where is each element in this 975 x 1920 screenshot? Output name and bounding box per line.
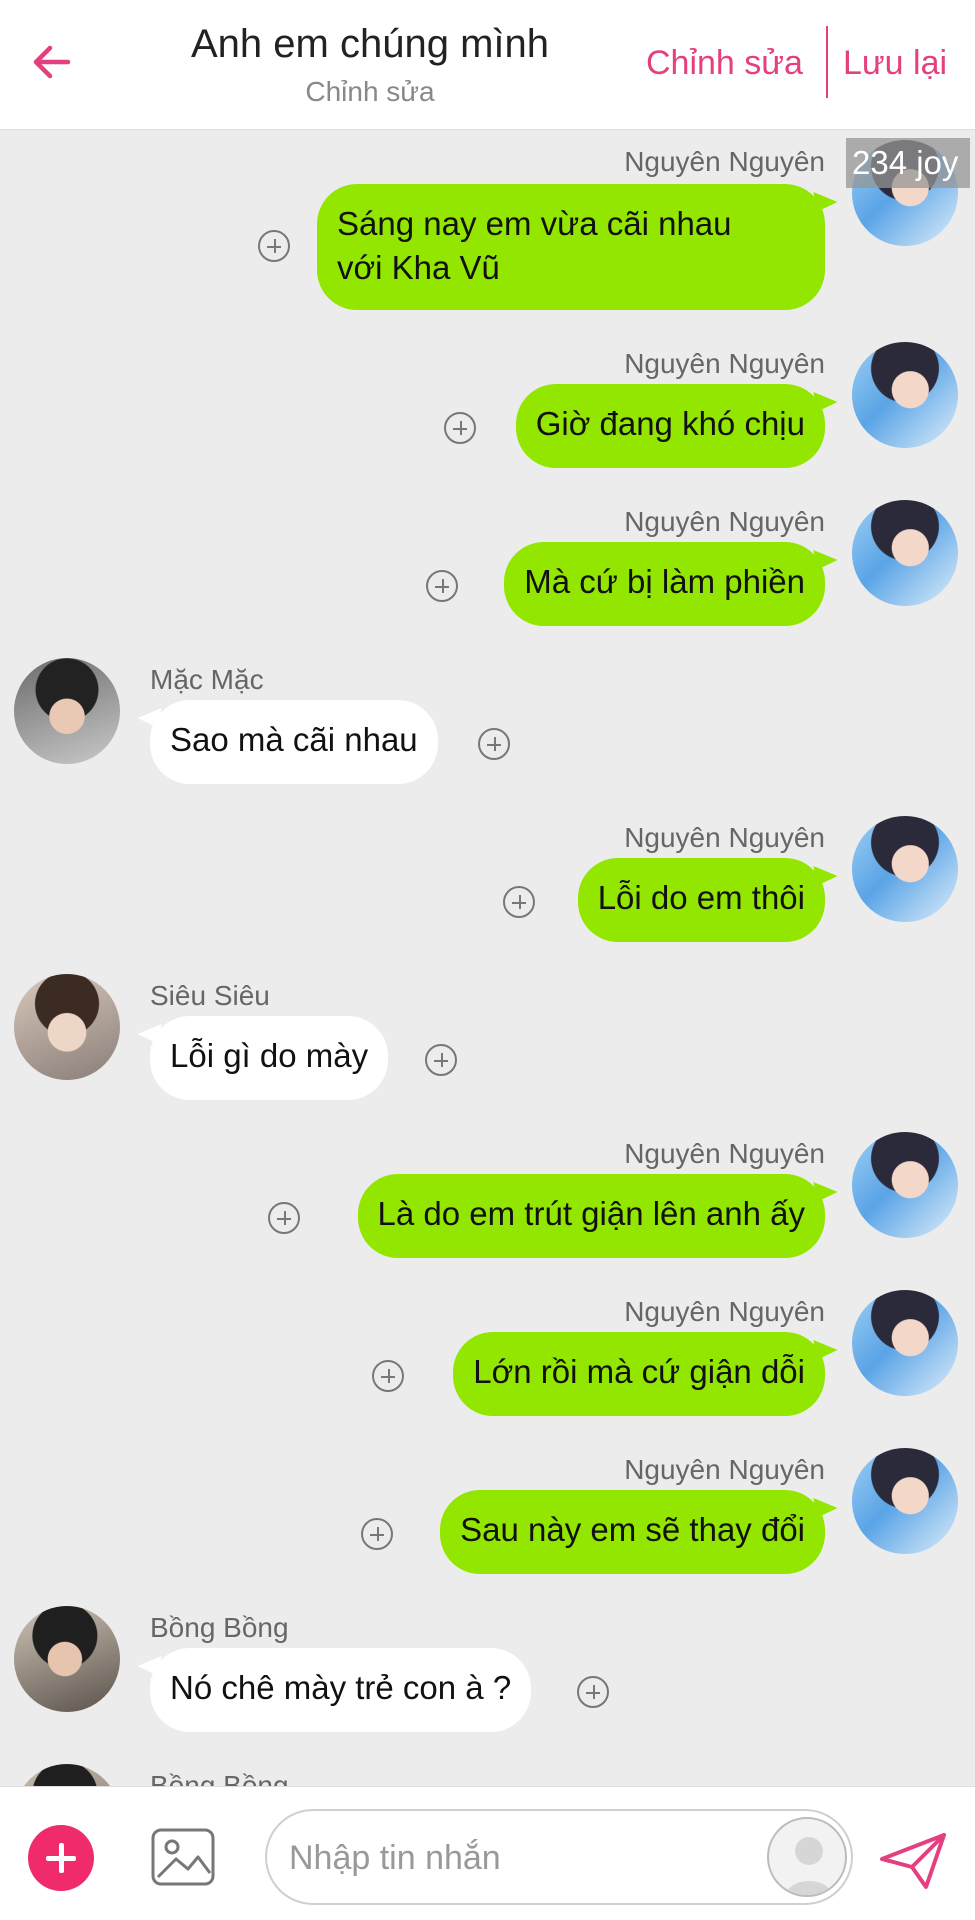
avatar[interactable] xyxy=(852,1290,958,1396)
add-reaction-icon[interactable] xyxy=(258,230,290,262)
avatar[interactable] xyxy=(852,1132,958,1238)
back-arrow-icon[interactable] xyxy=(28,38,76,86)
message-bubble-incoming[interactable]: Lỗi gì do mày xyxy=(150,1016,389,1100)
sender-name: Nguyên Nguyên xyxy=(624,348,825,379)
message-input[interactable] xyxy=(289,1835,709,1881)
header-divider xyxy=(826,26,828,98)
user-silhouette-icon xyxy=(785,1837,833,1895)
avatar[interactable] xyxy=(14,658,120,764)
add-reaction-icon[interactable] xyxy=(444,412,476,444)
avatar[interactable] xyxy=(14,974,120,1080)
save-button[interactable]: Lưu lại xyxy=(843,44,947,83)
avatar[interactable] xyxy=(852,816,958,922)
sender-name: Nguyên Nguyên xyxy=(624,1454,825,1485)
sender-name: Siêu Siêu xyxy=(150,980,270,1011)
message-bubble-outgoing[interactable]: Lớn rồi mà cứ giận dỗi xyxy=(453,1332,825,1416)
sender-name: Nguyên Nguyên xyxy=(624,146,825,177)
avatar[interactable] xyxy=(852,342,958,448)
avatar[interactable] xyxy=(852,1448,958,1554)
add-reaction-icon[interactable] xyxy=(372,1360,404,1392)
add-attachment-button[interactable] xyxy=(28,1825,94,1891)
sender-name: Nguyên Nguyên xyxy=(624,506,825,537)
sender-name: Nguyên Nguyên xyxy=(624,822,825,853)
message-bubble-outgoing[interactable]: Mà cứ bị làm phiền xyxy=(504,542,825,626)
sender-avatar-picker[interactable] xyxy=(767,1817,847,1897)
message-line: Sáng nay em vừa cãi nhau xyxy=(337,205,732,242)
avatar[interactable] xyxy=(852,500,958,606)
message-bubble-outgoing[interactable]: Sau này em sẽ thay đổi xyxy=(440,1490,825,1574)
joy-badge: 234 joy xyxy=(846,138,970,188)
send-icon[interactable] xyxy=(878,1831,948,1891)
message-bubble-outgoing[interactable]: Là do em trút giận lên anh ấy xyxy=(357,1174,825,1258)
edit-button[interactable]: Chỉnh sửa xyxy=(646,44,803,83)
sender-name: Nguyên Nguyên xyxy=(624,1296,825,1327)
chat-subtitle: Chỉnh sửa xyxy=(305,76,435,107)
add-reaction-icon[interactable] xyxy=(478,728,510,760)
message-input-wrapper xyxy=(265,1809,853,1905)
add-reaction-icon[interactable] xyxy=(361,1518,393,1550)
composer-bar xyxy=(0,1786,975,1920)
chat-header: Anh em chúng mình Chỉnh sửa Chỉnh sửa Lư… xyxy=(0,0,975,130)
message-bubble-incoming[interactable]: Sao mà cãi nhau xyxy=(150,700,438,784)
add-reaction-icon[interactable] xyxy=(503,886,535,918)
message-bubble-outgoing[interactable]: Lỗi do em thôi xyxy=(577,858,825,942)
message-bubble-incoming[interactable]: Nó chê mày trẻ con à ? xyxy=(150,1648,532,1732)
add-reaction-icon[interactable] xyxy=(577,1676,609,1708)
message-bubble-outgoing[interactable]: Sáng nay em vừa cãi nhau với Kha Vũ xyxy=(317,184,825,310)
chat-title: Anh em chúng mình xyxy=(191,22,549,66)
add-reaction-icon[interactable] xyxy=(268,1202,300,1234)
avatar[interactable] xyxy=(14,1606,120,1712)
add-reaction-icon[interactable] xyxy=(426,570,458,602)
sender-name: Nguyên Nguyên xyxy=(624,1138,825,1169)
image-icon[interactable] xyxy=(150,1827,216,1887)
sender-name: Mặc Mặc xyxy=(150,664,264,695)
sender-name: Bồng Bồng xyxy=(150,1612,289,1643)
message-bubble-outgoing[interactable]: Giờ đang khó chịu xyxy=(515,384,825,468)
add-reaction-icon[interactable] xyxy=(425,1044,457,1076)
message-line: với Kha Vũ xyxy=(337,249,500,286)
